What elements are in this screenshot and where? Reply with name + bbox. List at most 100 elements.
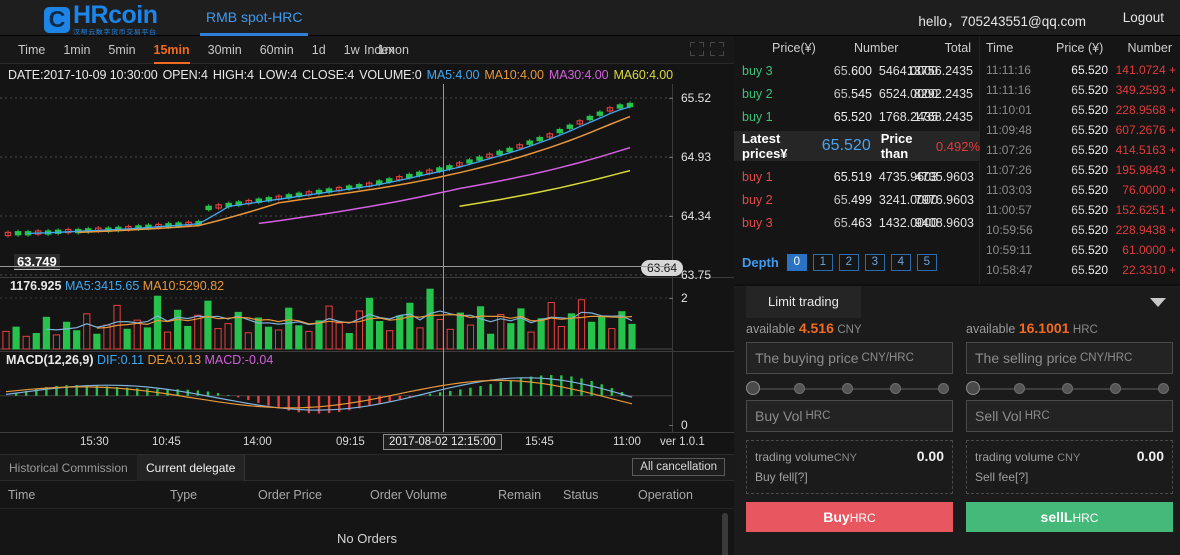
orders-scrollbar[interactable] xyxy=(722,513,728,555)
trade-row: 11:11:1665.520349.2593 + xyxy=(980,80,1180,100)
available-row: available 4.516 CNY available 16.1001 HR… xyxy=(734,318,1180,342)
price-change-value: 0.492% xyxy=(936,139,980,154)
timeframe-time[interactable]: Time xyxy=(18,36,45,64)
chart-tool-icons xyxy=(690,42,724,56)
trade-price: 65.520 xyxy=(1042,123,1108,137)
depth-option-5[interactable]: 5 xyxy=(917,254,937,271)
buy-button-unit: HRC xyxy=(850,511,876,525)
sell-slider-stop-25[interactable] xyxy=(1014,383,1025,394)
buy-trading-volume-label: trading volumeCNY xyxy=(755,450,857,464)
buy-price-input[interactable]: The buying price CNY/HRC xyxy=(746,342,953,374)
depth-option-3[interactable]: 3 xyxy=(865,254,885,271)
all-cancellation-button[interactable]: All cancellation xyxy=(632,458,725,476)
timeframe-1d[interactable]: 1d xyxy=(312,36,326,64)
latest-price-band: Latest prices¥ 65.520 Price than 0.492% xyxy=(734,131,980,161)
timeframe-bar: Time1min5min15min30min60min1d1w1mon Inde… xyxy=(0,36,734,64)
depth-option-2[interactable]: 2 xyxy=(839,254,859,271)
timeframe-30min[interactable]: 30min xyxy=(208,36,242,64)
price-tick-mark-0 xyxy=(669,98,673,99)
sell-volume-input[interactable]: Sell Vol HRC xyxy=(966,400,1173,432)
col-order-volume: Order Volume xyxy=(370,488,447,502)
trade-row: 11:11:1665.520141.0724 + xyxy=(980,60,1180,80)
trade-number: 607.2676 + xyxy=(1116,123,1176,137)
available-cny: available 4.516 CNY xyxy=(746,320,862,336)
buy-volume-input[interactable]: Buy Vol HRC xyxy=(746,400,953,432)
nav-tab-rmb-spot-hrc[interactable]: RMB spot-HRC xyxy=(200,5,308,36)
trade-price: 65.520 xyxy=(1042,183,1108,197)
tab-current-delegate[interactable]: Current delegate xyxy=(137,455,245,481)
trade-history-header: Time Price (¥) Number xyxy=(980,36,1180,60)
order-book-row[interactable]: buy 165.5201768.24351768.2435 xyxy=(734,106,979,129)
order-book-row[interactable]: buy 265.4993241.00007976.9603 xyxy=(734,189,980,212)
trade-row: 10:59:5665.520228.9438 + xyxy=(980,220,1180,240)
order-book-row[interactable]: buy 365.6005464.000013756.2435 xyxy=(734,60,979,83)
depth-option-0[interactable]: 0 xyxy=(787,254,807,271)
order-book-row[interactable]: buy 165.5194735.96034735.9603 xyxy=(734,166,980,189)
col-type: Type xyxy=(170,488,197,502)
chevron-down-icon[interactable] xyxy=(1150,298,1166,307)
buy-button-label: Buy xyxy=(823,509,849,525)
sell-slider-stop-50[interactable] xyxy=(1062,383,1073,394)
sell-button[interactable]: sellLHRC xyxy=(966,502,1173,532)
available-hrc-label: available xyxy=(966,322,1015,336)
timeframe-60min[interactable]: 60min xyxy=(260,36,294,64)
buy-volume-unit: CNY xyxy=(834,452,857,464)
buy-volume-value: 0.00 xyxy=(917,448,944,464)
price-chart[interactable] xyxy=(0,84,672,276)
depth-option-4[interactable]: 4 xyxy=(891,254,911,271)
depth-option-1[interactable]: 1 xyxy=(813,254,833,271)
buy-button[interactable]: BuyHRC xyxy=(746,502,953,532)
sell-button-unit: HRC xyxy=(1072,511,1098,525)
buy-slider-stop-50[interactable] xyxy=(842,383,853,394)
book-row-total: 7976.9603 xyxy=(915,193,974,207)
buy-slider-stop-100[interactable] xyxy=(938,383,949,394)
index-tab[interactable]: Index xyxy=(364,36,395,64)
book-row-price: 65.463 xyxy=(796,216,872,230)
order-book-row[interactable]: buy 365.4631432.00009408.9603 xyxy=(734,212,980,235)
timeframe-5min[interactable]: 5min xyxy=(108,36,135,64)
sell-volume-text: trading volume xyxy=(975,450,1054,464)
sell-button-label: sellL xyxy=(1041,509,1073,525)
sell-fee-note[interactable]: Sell fee[?] xyxy=(975,470,1164,484)
buy-slider-stop-75[interactable] xyxy=(890,383,901,394)
available-hrc-value: 16.1001 xyxy=(1019,320,1070,336)
sell-slider-stop-100[interactable] xyxy=(1158,383,1169,394)
timeframe-15min[interactable]: 15min xyxy=(154,36,190,64)
sell-slider-knob[interactable] xyxy=(966,381,980,395)
price-tick-mark-1 xyxy=(669,157,673,158)
buy-slider-knob[interactable] xyxy=(746,381,760,395)
sell-price-input[interactable]: The selling price CNY/HRC xyxy=(966,342,1173,374)
expand-icon[interactable] xyxy=(690,42,704,56)
sell-price-unit: CNY/HRC xyxy=(1080,352,1132,364)
sell-amount-slider[interactable] xyxy=(966,378,1173,400)
crosshair-horizontal xyxy=(0,266,672,267)
trade-mode-bar: Limit trading xyxy=(734,286,1180,318)
logo-text: HRcoin xyxy=(73,3,158,28)
timeframe-1w[interactable]: 1w xyxy=(344,36,360,64)
sell-price-placeholder: The selling price xyxy=(975,350,1077,366)
fullscreen-icon[interactable] xyxy=(710,42,724,56)
logout-link[interactable]: Logout xyxy=(1123,10,1164,25)
book-row-total: 4735.9603 xyxy=(915,170,974,184)
sell-slider-stop-75[interactable] xyxy=(1110,383,1121,394)
tab-historical-commission[interactable]: Historical Commission xyxy=(0,455,138,481)
chart-canvas-area[interactable]: 1176.925 MA5:3415.65 MA10:5290.82 MACD(1… xyxy=(0,84,734,432)
col-status: Status xyxy=(563,488,598,502)
buy-slider-stop-25[interactable] xyxy=(794,383,805,394)
book-row-tag: buy 1 xyxy=(742,170,773,184)
brand-logo[interactable]: HRcoin 汉帮云数字货币交易平台 xyxy=(44,3,158,36)
buy-fee-note[interactable]: Buy fell[?] xyxy=(755,470,944,484)
book-col-total: Total xyxy=(945,41,971,55)
ohlc-high: HIGH:4 xyxy=(213,68,254,82)
sell-volume-unit: CNY xyxy=(1057,452,1080,464)
available-cny-unit: CNY xyxy=(837,324,861,336)
order-book-row[interactable]: buy 265.5456524.00008292.2435 xyxy=(734,83,979,106)
timeframe-1min[interactable]: 1min xyxy=(63,36,90,64)
book-col-price: Price(¥) xyxy=(772,41,816,55)
time-tick-1: 10:45 xyxy=(152,436,181,448)
buy-vol-unit: HRC xyxy=(805,410,830,422)
tab-limit-trading[interactable]: Limit trading xyxy=(746,286,861,318)
buy-amount-slider[interactable] xyxy=(746,378,953,400)
book-row-tag: buy 1 xyxy=(742,110,773,124)
trade-time: 11:11:16 xyxy=(986,83,1031,97)
